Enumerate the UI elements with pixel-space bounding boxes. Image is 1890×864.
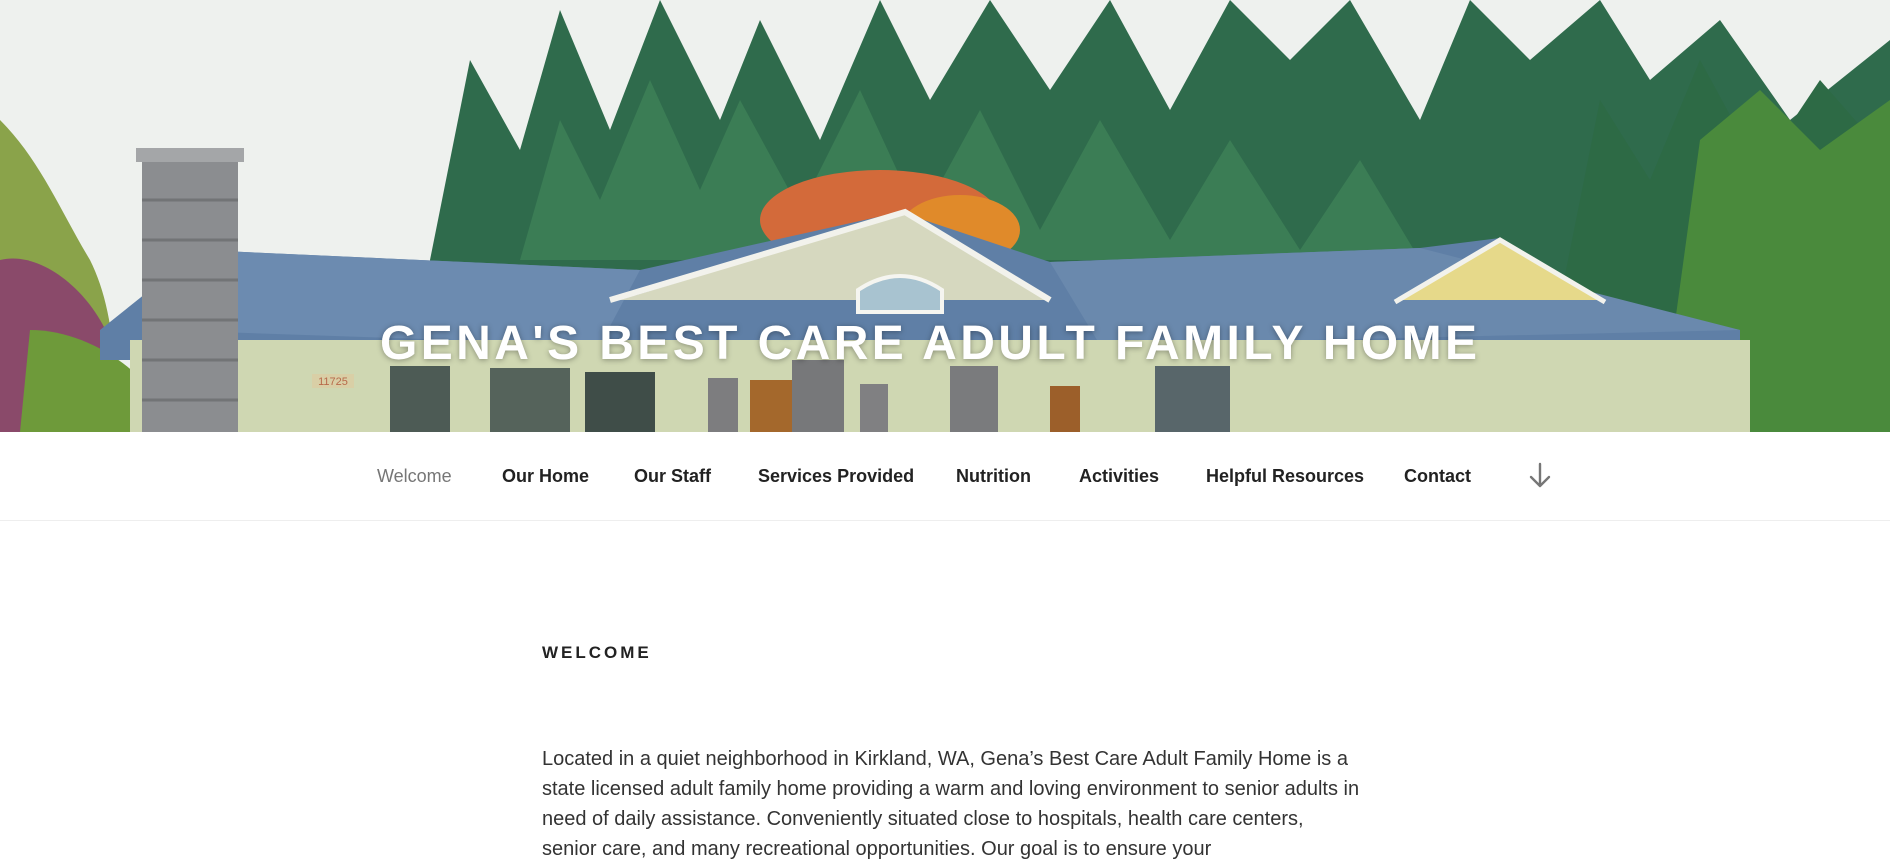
site-title[interactable]: GENA'S BEST CARE ADULT FAMILY HOME [380, 316, 1480, 371]
house-number-plaque: 11725 [318, 376, 348, 388]
nav-item-our-home[interactable]: Our Home [502, 466, 589, 487]
nav-item-nutrition[interactable]: Nutrition [956, 466, 1031, 487]
page-heading: WELCOME [542, 643, 652, 662]
hero-header: 11725 GENA'S BEST CARE ADULT FAMILY HOME [0, 0, 1890, 432]
nav-item-services-provided[interactable]: Services Provided [758, 466, 914, 487]
arrow-down-icon[interactable] [1528, 462, 1552, 490]
nav-item-welcome[interactable]: Welcome [377, 466, 452, 487]
intro-paragraph: Located in a quiet neighborhood in Kirkl… [542, 748, 1360, 860]
main-navigation: Welcome Our Home Our Staff Services Prov… [0, 432, 1890, 521]
nav-item-contact[interactable]: Contact [1404, 466, 1471, 487]
nav-item-our-staff[interactable]: Our Staff [634, 466, 711, 487]
nav-item-activities[interactable]: Activities [1079, 466, 1159, 487]
nav-item-helpful-resources[interactable]: Helpful Resources [1206, 466, 1364, 487]
